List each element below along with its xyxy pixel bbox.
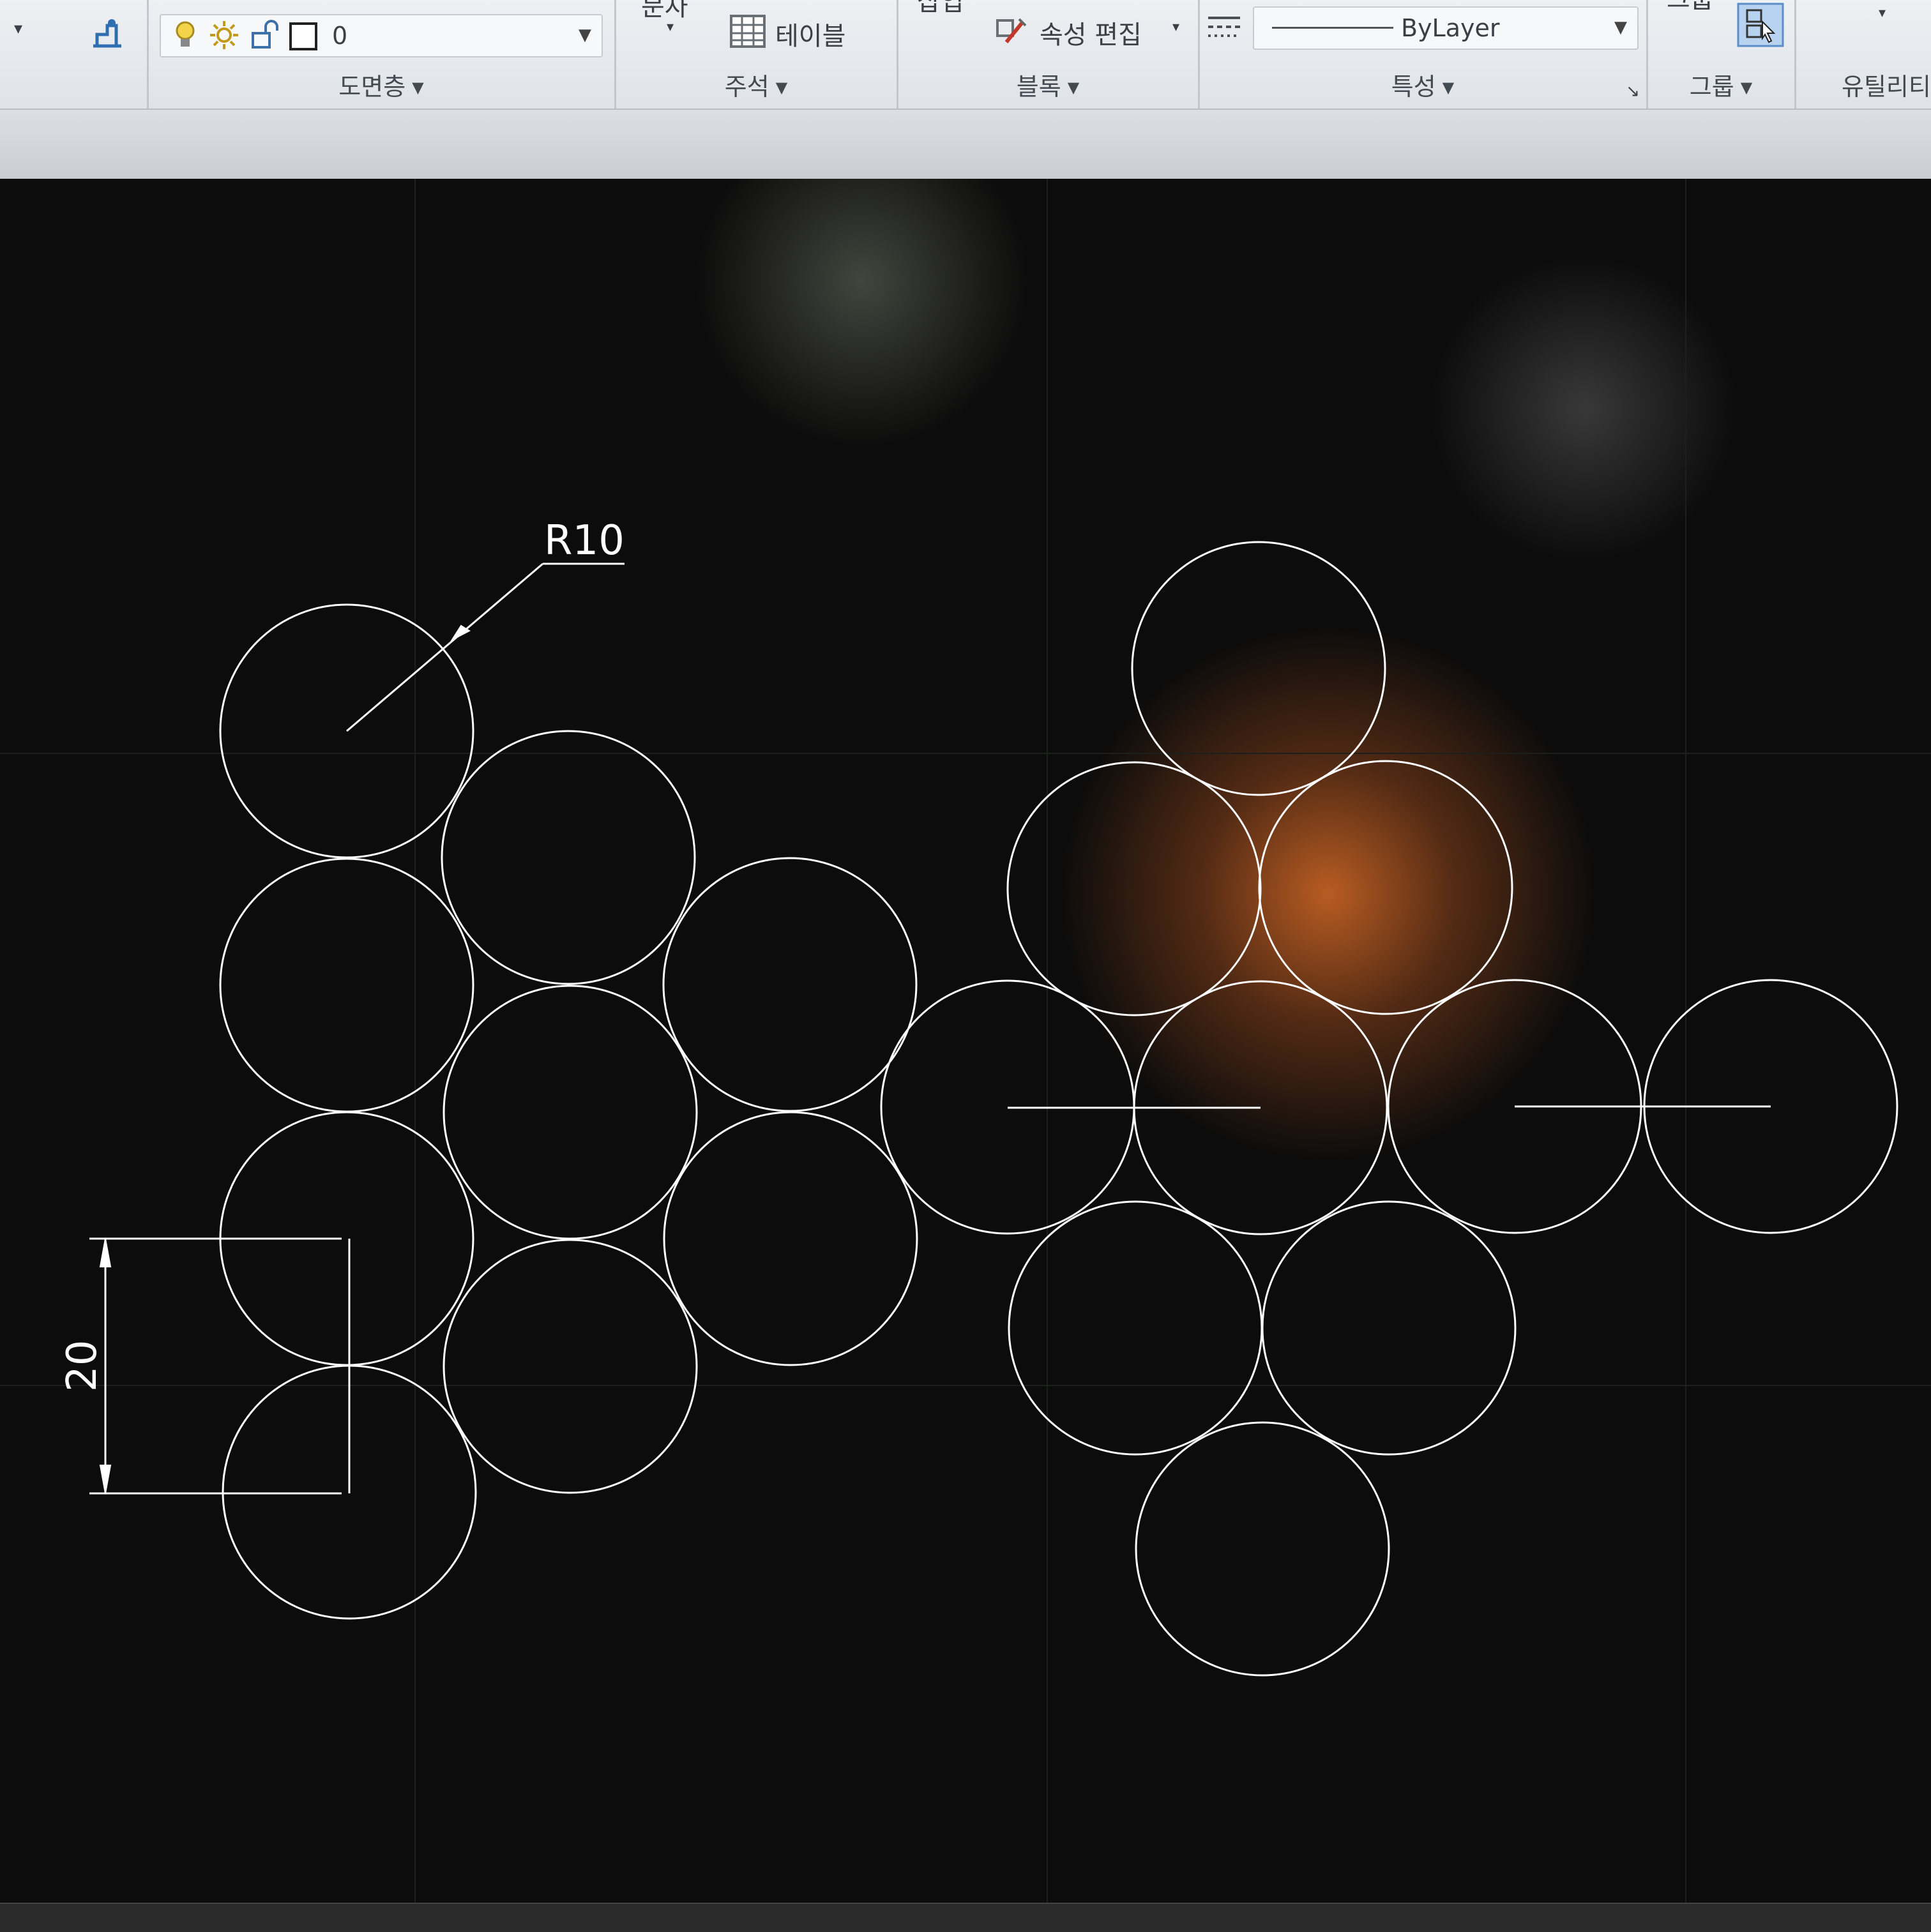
panel-title-group-label: 그룹	[1689, 73, 1734, 101]
panel-left-tools: ▾	[0, 0, 149, 109]
sun-icon	[208, 19, 240, 54]
panel-title-annotation[interactable]: 주석 ▼	[616, 67, 897, 102]
chevron-down-icon: ▼	[1614, 18, 1627, 37]
circle[interactable]	[219, 857, 474, 1113]
panel-title-block[interactable]: 블록 ▼	[898, 67, 1198, 102]
ribbon: ▾ 0 ▼ 도면층 ▼ 문자 ▾ 테이블 주석 ▼ 삽입 속성 편집 ▾ 블록 …	[0, 0, 1931, 110]
ribbon-shadow-band	[0, 110, 1931, 179]
attribute-edit-icon[interactable]	[994, 14, 1029, 52]
dropdown-caret-icon[interactable]: ▾	[1879, 5, 1886, 21]
dropdown-caret-icon[interactable]: ▾	[1172, 19, 1179, 35]
circle[interactable]	[443, 1239, 698, 1494]
status-bar	[0, 1903, 1931, 1932]
panel-group: 그룹 그룹 ▼	[1647, 0, 1796, 109]
lightbulb-icon	[171, 19, 199, 54]
radius-dimension-label: R10	[544, 517, 625, 564]
circle[interactable]	[663, 1111, 918, 1366]
panel-title-properties-label: 특성	[1391, 73, 1436, 101]
panel-block: 삽입 속성 편집 ▾ 블록 ▼	[898, 0, 1200, 109]
chevron-down-icon: ▼	[579, 26, 591, 45]
color-swatch-icon	[289, 22, 318, 54]
text-tool-button[interactable]: 문자	[641, 0, 688, 23]
circle[interactable]	[443, 985, 698, 1240]
panel-title-utilities-label: 유틸리티	[1842, 73, 1931, 101]
panel-title-group[interactable]: 그룹 ▼	[1647, 67, 1794, 102]
panel-title-properties[interactable]: 특성 ▼	[1199, 67, 1646, 102]
circle[interactable]	[1258, 760, 1513, 1015]
chevron-down-icon: ▼	[1442, 79, 1455, 96]
cad-drawing: R10 20	[0, 179, 1931, 1903]
dropdown-caret-icon[interactable]: ▾	[667, 19, 674, 35]
panel-properties: ByLayer ▼ 특성 ▼ ↘	[1199, 0, 1648, 109]
panel-layers: 0 ▼ 도면층 ▼	[148, 0, 616, 109]
circle[interactable]	[1006, 761, 1262, 1016]
circle[interactable]	[1135, 1421, 1390, 1677]
chevron-down-icon: ▼	[775, 79, 788, 96]
panel-annotation: 문자 ▾ 테이블 주석 ▼	[616, 0, 898, 109]
linetype-dropdown[interactable]: ByLayer ▼	[1253, 6, 1639, 50]
panel-title-utilities[interactable]: 유틸리티	[1842, 67, 1931, 102]
drawing-canvas[interactable]: R10 20	[0, 179, 1931, 1903]
layer-dropdown[interactable]: 0 ▼	[160, 14, 603, 57]
circle[interactable]	[662, 857, 918, 1112]
panel-title-annotation-label: 주석	[724, 73, 769, 101]
dialog-launcher-icon[interactable]: ↘	[1626, 82, 1640, 101]
table-icon[interactable]	[729, 14, 766, 51]
chevron-down-icon: ▼	[412, 79, 424, 96]
table-button[interactable]: 테이블	[775, 15, 845, 52]
linear-dimension[interactable]	[89, 1237, 351, 1495]
panel-title-layers[interactable]: 도면층 ▼	[148, 67, 614, 102]
chevron-down-icon: ▼	[1740, 79, 1753, 96]
group-select-icon[interactable]	[1737, 3, 1784, 50]
insert-button[interactable]: 삽입	[917, 0, 964, 18]
circle[interactable]	[441, 730, 696, 985]
unlock-icon	[249, 19, 281, 54]
radius-dimension[interactable]	[346, 562, 625, 732]
panel-utilities: ▾ 유틸리티	[1796, 0, 1931, 109]
layer-match-icon[interactable]	[88, 15, 126, 56]
dropdown-caret-icon[interactable]: ▾	[14, 19, 22, 38]
panel-title-block-label: 블록	[1016, 73, 1061, 101]
current-layer-name: 0	[332, 22, 348, 50]
linear-dimension-label: 20	[59, 1340, 106, 1392]
linetype-preview-line	[1272, 27, 1393, 29]
circle[interactable]	[1131, 541, 1386, 796]
linetype-value: ByLayer	[1401, 14, 1500, 42]
group-button[interactable]: 그룹	[1667, 0, 1714, 15]
chevron-down-icon: ▼	[1067, 79, 1080, 96]
grid	[0, 179, 1931, 1903]
linetype-icon[interactable]	[1206, 11, 1243, 49]
panel-title-layers-label: 도면층	[338, 73, 406, 101]
attribute-edit-button[interactable]: 속성 편집	[1040, 14, 1142, 51]
circle[interactable]	[1261, 1200, 1517, 1456]
